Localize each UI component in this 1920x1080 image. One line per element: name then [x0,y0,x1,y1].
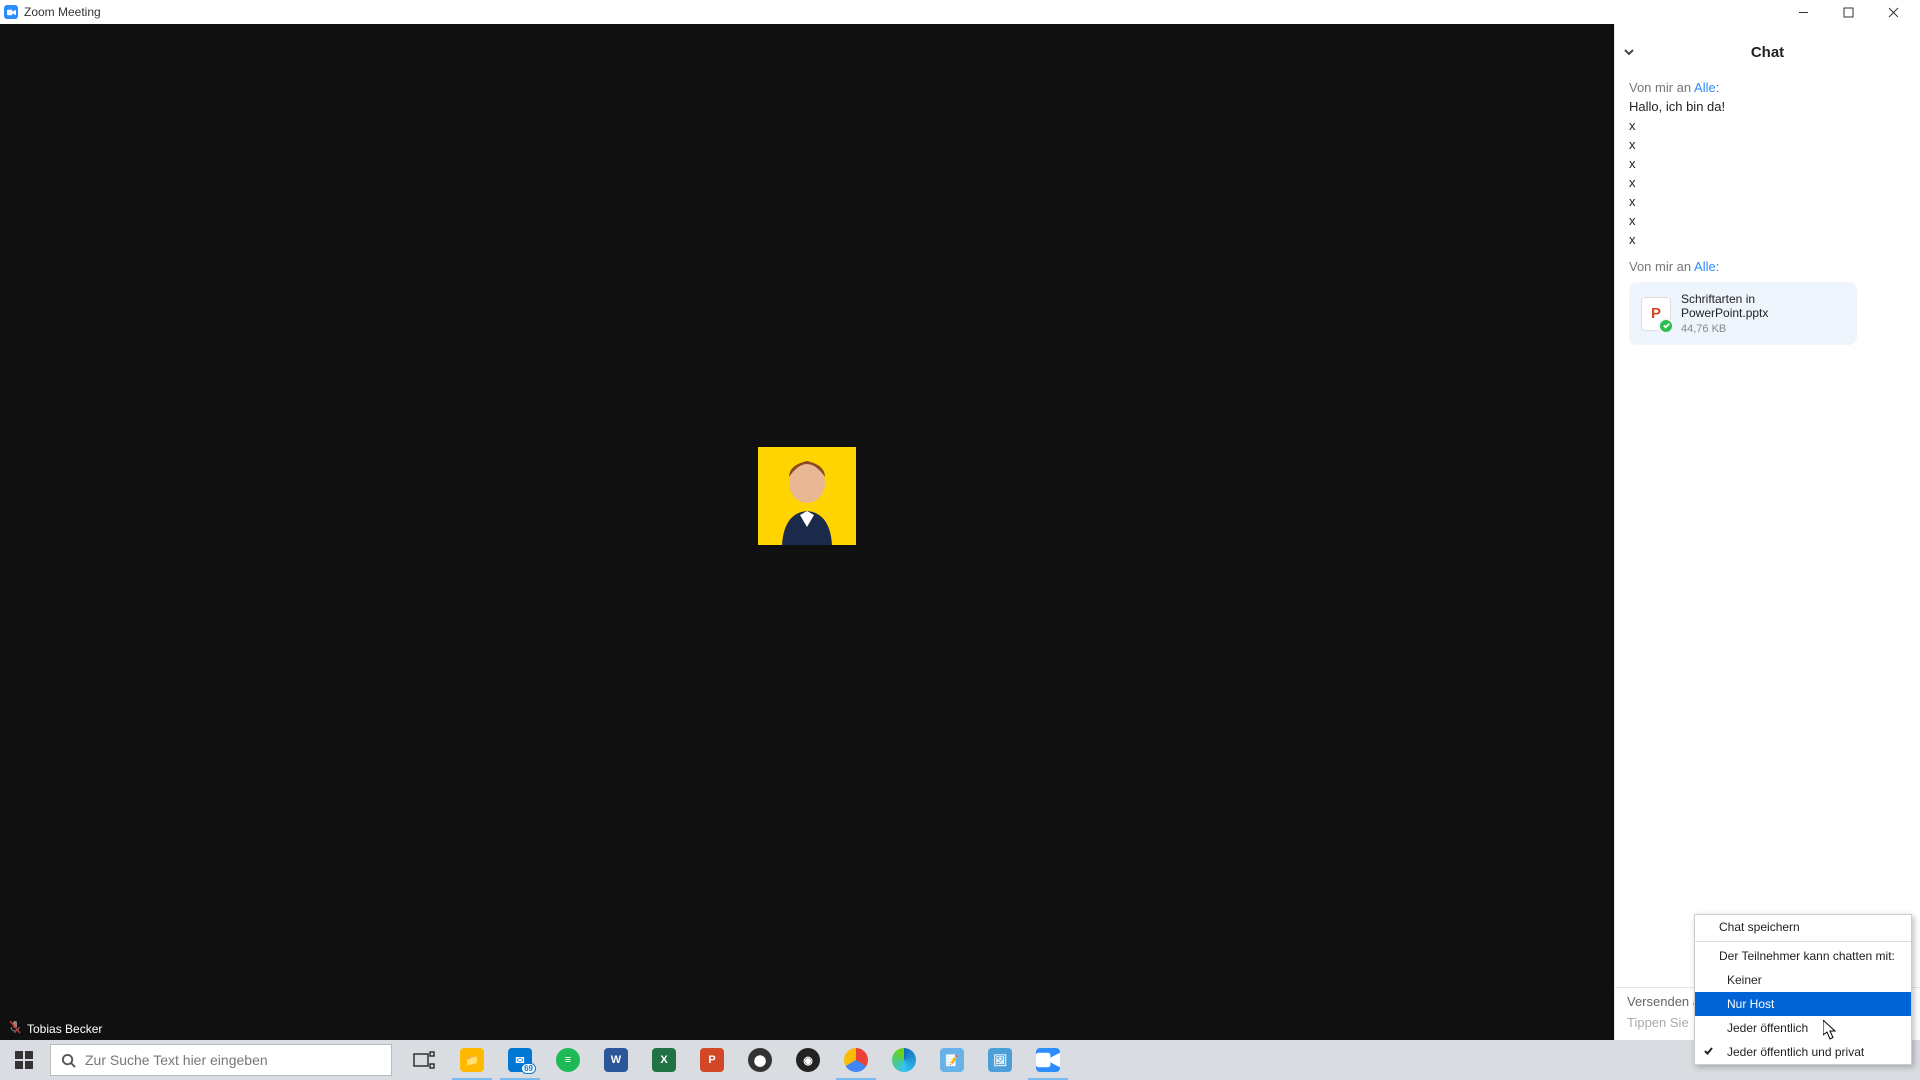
window-title: Zoom Meeting [24,5,101,19]
taskbar-app-obs[interactable]: ◉ [784,1040,832,1080]
menu-item-save-chat[interactable]: Chat speichern [1695,915,1911,939]
menu-divider [1695,941,1911,942]
chat-message-line: x [1629,194,1906,209]
search-placeholder: Zur Suche Text hier eingeben [85,1052,268,1068]
menu-item-jeder-oeffentlich-privat[interactable]: Jeder öffentlich und privat [1695,1040,1911,1064]
menu-item-keiner[interactable]: Keiner [1695,968,1911,992]
taskbar-app-photos[interactable]: 🖼 [976,1040,1024,1080]
taskbar-app-explorer[interactable]: 📁 [448,1040,496,1080]
chat-options-menu: Chat speichern Der Teilnehmer kann chatt… [1694,914,1912,1065]
menu-section-label: Der Teilnehmer kann chatten mit: [1695,944,1911,968]
chat-message-line: x [1629,213,1906,228]
maximize-button[interactable] [1826,0,1871,24]
upload-complete-icon [1658,318,1674,334]
taskbar-app-chrome[interactable] [832,1040,880,1080]
taskbar-app-generic-dark[interactable]: ⬤ [736,1040,784,1080]
chat-panel: Chat Von mir an Alle: Hallo, ich bin da!… [1614,24,1920,1040]
taskbar: Zur Suche Text hier eingeben 📁 ✉69 ≡ W X… [0,1040,1920,1080]
titlebar: Zoom Meeting [0,0,1920,24]
participant-name-label: Tobias Becker [0,1017,111,1040]
zoom-app-icon [4,5,18,19]
menu-item-jeder-oeffentlich[interactable]: Jeder öffentlich [1695,1016,1911,1040]
chat-file-attachment[interactable]: P Schriftarten in PowerPoint.pptx 44,76 … [1629,282,1857,345]
start-button[interactable] [0,1040,48,1080]
task-view-button[interactable] [400,1040,448,1080]
close-button[interactable] [1871,0,1916,24]
video-area[interactable]: Tobias Becker [0,24,1614,1040]
taskbar-app-spotify[interactable]: ≡ [544,1040,592,1080]
search-icon [51,1053,85,1068]
taskbar-app-word[interactable]: W [592,1040,640,1080]
taskbar-app-powerpoint[interactable]: P [688,1040,736,1080]
chat-message-line: Hallo, ich bin da! [1629,99,1906,114]
taskbar-app-mail[interactable]: ✉69 [496,1040,544,1080]
taskbar-app-zoom[interactable] [1024,1040,1072,1080]
check-icon [1703,1045,1714,1059]
participant-name: Tobias Becker [27,1022,102,1036]
chat-message-line: x [1629,137,1906,152]
chat-message-meta: Von mir an Alle: [1629,80,1906,95]
chat-message-line: x [1629,118,1906,133]
chat-message-line: x [1629,232,1906,247]
chat-message-meta: Von mir an Alle: [1629,259,1906,274]
chat-messages: Von mir an Alle: Hallo, ich bin da! x x … [1615,70,1920,987]
taskbar-app-notepad[interactable]: 📝 [928,1040,976,1080]
taskbar-search[interactable]: Zur Suche Text hier eingeben [50,1044,392,1076]
muted-mic-icon [9,1020,21,1037]
file-name: Schriftarten in PowerPoint.pptx [1681,292,1845,320]
chat-title: Chat [1643,44,1920,61]
chat-collapse-button[interactable] [1615,46,1643,58]
chat-message-line: x [1629,156,1906,171]
taskbar-app-excel[interactable]: X [640,1040,688,1080]
minimize-button[interactable] [1781,0,1826,24]
mouse-cursor [1823,1020,1837,1045]
participant-avatar [758,447,856,545]
menu-item-nur-host[interactable]: Nur Host [1695,992,1911,1016]
taskbar-app-edge[interactable] [880,1040,928,1080]
file-size: 44,76 KB [1681,323,1845,335]
chat-message-line: x [1629,175,1906,190]
powerpoint-file-icon: P [1641,297,1671,331]
